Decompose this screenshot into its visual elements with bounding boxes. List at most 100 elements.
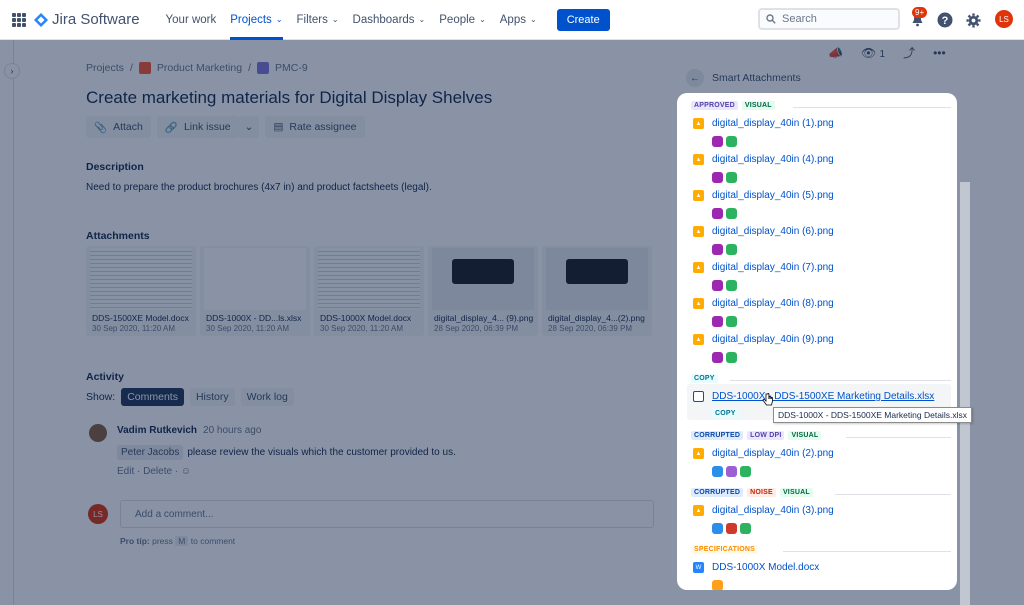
svg-text:?: ? xyxy=(942,15,949,27)
category-tag[interactable]: CORRUPTED xyxy=(691,431,744,440)
user-avatar[interactable]: LS xyxy=(995,10,1013,28)
attachment-link[interactable]: digital_display_40in (4).png xyxy=(712,154,834,165)
category-color-dot[interactable] xyxy=(712,136,723,147)
attachment-link[interactable]: digital_display_40in (5).png xyxy=(712,190,834,201)
attachment-file-row[interactable]: ▲ digital_display_40in (1).png xyxy=(693,118,834,129)
category-color-dot[interactable] xyxy=(726,172,737,183)
category-tag[interactable]: VISUAL xyxy=(741,101,775,110)
category-color-dot[interactable] xyxy=(712,523,723,534)
attachment-file-row[interactable]: DDS-1000X - DDS-1500XE Marketing Details… xyxy=(693,391,934,402)
category-color-dot[interactable] xyxy=(726,244,737,255)
attachment-link[interactable]: digital_display_40in (1).png xyxy=(712,118,834,129)
attachment-file-row[interactable]: ▲ digital_display_40in (5).png xyxy=(693,190,834,201)
category-tag[interactable]: VISUAL xyxy=(788,431,822,440)
attachment-link[interactable]: digital_display_40in (6).png xyxy=(712,226,834,237)
scrollbar[interactable] xyxy=(960,182,970,605)
nav-item-label: People xyxy=(439,13,476,26)
checkbox-icon[interactable] xyxy=(693,391,704,402)
category-color-dot[interactable] xyxy=(712,352,723,363)
attachment-file-row[interactable]: ▲ digital_display_40in (6).png xyxy=(693,226,834,237)
category-tag[interactable]: NOISE xyxy=(747,488,776,497)
attachment-file-row[interactable]: ▲ digital_display_40in (8).png xyxy=(693,298,834,309)
attachment-link[interactable]: digital_display_40in (3).png xyxy=(712,505,834,516)
image-file-icon: ▲ xyxy=(693,118,704,129)
category-tag[interactable]: CORRUPTED xyxy=(691,488,744,497)
category-color-dots xyxy=(712,580,723,590)
image-file-icon: ▲ xyxy=(693,226,704,237)
category-color-dot[interactable] xyxy=(712,466,723,477)
category-color-dot[interactable] xyxy=(712,208,723,219)
chevron-down-icon: ⌄ xyxy=(529,15,537,24)
category-color-dots xyxy=(712,466,751,477)
category-color-dot[interactable] xyxy=(712,244,723,255)
nav-item-2[interactable]: Filters ⌄ xyxy=(297,0,339,40)
group-divider xyxy=(845,437,951,438)
help-icon[interactable]: ? xyxy=(936,11,954,29)
category-color-dot[interactable] xyxy=(726,466,737,477)
category-tag[interactable]: COPY xyxy=(691,374,718,383)
category-color-dot[interactable] xyxy=(712,172,723,183)
nav-item-label: Dashboards xyxy=(352,13,415,26)
attachment-file-row[interactable]: ▲ digital_display_40in (4).png xyxy=(693,154,834,165)
search-icon xyxy=(766,14,776,24)
inline-category-tag[interactable]: COPY xyxy=(712,409,739,418)
category-color-dots xyxy=(712,172,737,183)
category-color-dot[interactable] xyxy=(740,523,751,534)
jira-logo[interactable]: Jira Software xyxy=(34,11,140,28)
image-file-icon: ▲ xyxy=(693,448,704,459)
attachment-file-row[interactable]: ▲ digital_display_40in (9).png xyxy=(693,334,834,345)
filename-tooltip: DDS-1000X - DDS-1500XE Marketing Details… xyxy=(773,407,972,423)
category-color-dot[interactable] xyxy=(712,316,723,327)
category-color-dot[interactable] xyxy=(712,580,723,590)
image-file-icon: ▲ xyxy=(693,334,704,345)
jira-diamond-icon xyxy=(34,12,48,27)
chevron-down-icon: ⌄ xyxy=(275,15,283,24)
attachment-link[interactable]: digital_display_40in (7).png xyxy=(712,262,834,273)
group-divider xyxy=(793,107,951,108)
attachment-link[interactable]: digital_display_40in (8).png xyxy=(712,298,834,309)
group-divider xyxy=(730,380,951,381)
category-tag[interactable]: LOW DPI xyxy=(747,431,785,440)
settings-gear-icon[interactable] xyxy=(964,11,982,29)
attachment-link[interactable]: DDS-1000X - DDS-1500XE Marketing Details… xyxy=(712,391,934,402)
attachment-group-header: COPY xyxy=(691,374,718,383)
create-button[interactable]: Create xyxy=(556,8,610,31)
category-color-dot[interactable] xyxy=(726,352,737,363)
nav-item-label: Apps xyxy=(499,13,526,26)
attachment-file-row[interactable]: ▲ digital_display_40in (3).png xyxy=(693,505,834,516)
attachment-group-header: CORRUPTED NOISE VISUAL xyxy=(691,488,813,497)
smart-attachments-panel: APPROVED VISUAL ▲ digital_display_40in (1).… xyxy=(677,93,957,590)
nav-item-5[interactable]: Apps ⌄ xyxy=(500,0,537,40)
category-color-dots xyxy=(712,208,737,219)
category-tag[interactable]: VISUAL xyxy=(779,488,813,497)
nav-item-3[interactable]: Dashboards ⌄ xyxy=(353,0,426,40)
image-file-icon: ▲ xyxy=(693,505,704,516)
category-color-dots xyxy=(712,280,737,291)
image-file-icon: ▲ xyxy=(693,262,704,273)
group-divider xyxy=(835,494,951,495)
search-input[interactable]: Search xyxy=(758,8,900,30)
chevron-down-icon: ⌄ xyxy=(331,15,339,24)
nav-item-label: Your work xyxy=(165,13,217,26)
category-color-dot[interactable] xyxy=(726,523,737,534)
attachment-link[interactable]: digital_display_40in (9).png xyxy=(712,334,834,345)
image-file-icon: ▲ xyxy=(693,298,704,309)
category-color-dot[interactable] xyxy=(726,136,737,147)
attachment-file-row[interactable]: ▲ digital_display_40in (2).png xyxy=(693,448,834,459)
nav-item-1[interactable]: Projects ⌄ xyxy=(230,0,283,40)
app-switcher-icon[interactable] xyxy=(12,12,26,27)
category-color-dot[interactable] xyxy=(726,280,737,291)
attachment-file-row[interactable]: ▲ digital_display_40in (7).png xyxy=(693,262,834,273)
category-color-dot[interactable] xyxy=(740,466,751,477)
category-tag[interactable]: SPECIFICATIONS xyxy=(691,545,759,554)
attachment-link[interactable]: digital_display_40in (2).png xyxy=(712,448,834,459)
nav-item-4[interactable]: People ⌄ xyxy=(439,0,486,40)
attachment-link[interactable]: DDS-1000X Model.docx xyxy=(712,562,819,573)
category-color-dot[interactable] xyxy=(726,208,737,219)
category-color-dot[interactable] xyxy=(712,280,723,291)
nav-item-label: Projects xyxy=(230,13,272,26)
nav-item-0[interactable]: Your work xyxy=(166,0,217,40)
category-color-dot[interactable] xyxy=(726,316,737,327)
category-tag[interactable]: APPROVED xyxy=(691,101,738,110)
attachment-file-row[interactable]: W DDS-1000X Model.docx xyxy=(693,562,819,573)
